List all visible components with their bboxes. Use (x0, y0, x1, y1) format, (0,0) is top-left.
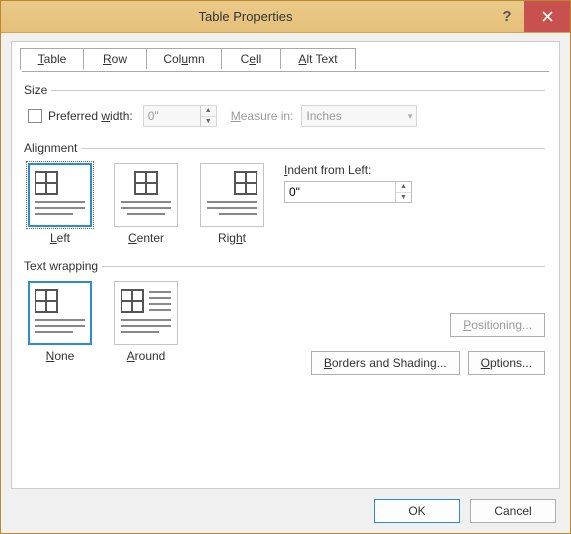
spin-buttons: ▲▼ (200, 106, 216, 126)
size-legend: Size (24, 83, 51, 97)
tab-table-label: able (44, 52, 67, 66)
wrap-none-label: None (28, 349, 92, 363)
cancel-button[interactable]: Cancel (470, 499, 556, 523)
options-button[interactable]: Options... (468, 351, 545, 375)
alignment-left-label: Left (28, 231, 92, 245)
tab-alttext[interactable]: Alt Text (280, 48, 356, 69)
wrap-around[interactable] (114, 281, 178, 345)
align-center-icon (121, 170, 171, 218)
alignment-center-label: Center (114, 231, 178, 245)
tab-table[interactable]: Table (20, 48, 84, 70)
tab-alttext-label: lt Text (306, 52, 337, 66)
dialog-window: Table Properties ? Table Row Column Cell… (0, 0, 571, 534)
preferred-width-label: Preferred width: (48, 109, 133, 123)
help-button[interactable]: ? (490, 1, 524, 32)
alignment-left[interactable] (28, 163, 92, 227)
ok-button[interactable]: OK (374, 499, 460, 523)
alignment-center[interactable] (114, 163, 178, 227)
positioning-button: Positioning... (450, 313, 545, 337)
align-right-icon (207, 170, 257, 218)
titlebar: Table Properties ? (1, 1, 570, 33)
tab-row[interactable]: Row (83, 48, 147, 69)
wrap-none[interactable] (28, 281, 92, 345)
spin-buttons-indent[interactable]: ▲▼ (395, 182, 411, 202)
wrap-none-icon (35, 288, 85, 336)
align-left-icon (35, 170, 85, 218)
tabstrip: Table Row Column Cell Alt Text (20, 48, 559, 69)
preferred-width-spinner: ▲▼ (143, 105, 217, 127)
close-icon (542, 11, 553, 22)
tab-column[interactable]: Column (146, 48, 222, 69)
measure-in-dropdown: Inches ▾ (301, 105, 417, 127)
wrap-around-label: Around (114, 349, 178, 363)
titlebar-buttons: ? (490, 1, 570, 32)
indent-label: Indent from Left: (284, 163, 412, 177)
indent-input[interactable] (285, 182, 395, 202)
dialog-title: Table Properties (1, 9, 490, 24)
indent-spinner[interactable]: ▲▼ (284, 181, 412, 203)
tab-column-label: mn (188, 52, 205, 66)
chevron-down-icon: ▾ (408, 111, 413, 122)
alignment-group: Alignment (26, 141, 545, 249)
close-button[interactable] (524, 1, 570, 32)
borders-shading-button[interactable]: Borders and Shading... (311, 351, 460, 375)
alignment-right-label: Right (200, 231, 264, 245)
tab-content: Size Preferred width: ▲▼ Measure in: (12, 69, 559, 387)
measure-in-value: Inches (306, 109, 341, 123)
wrap-around-icon (121, 288, 171, 336)
preferred-width-input (144, 106, 200, 126)
dialog-panel: Table Row Column Cell Alt Text Size Pref… (11, 41, 560, 489)
tab-cell-label: ll (256, 52, 261, 66)
tab-cell[interactable]: Cell (221, 48, 281, 69)
measure-in-label: Measure in: (231, 109, 294, 123)
wrap-legend: Text wrapping (24, 259, 102, 273)
alignment-legend: Alignment (24, 141, 81, 155)
preferred-width-checkbox[interactable] (28, 109, 42, 123)
tab-row-label: ow (112, 52, 127, 66)
alignment-right[interactable] (200, 163, 264, 227)
size-group: Size Preferred width: ▲▼ Measure in: (26, 83, 545, 131)
